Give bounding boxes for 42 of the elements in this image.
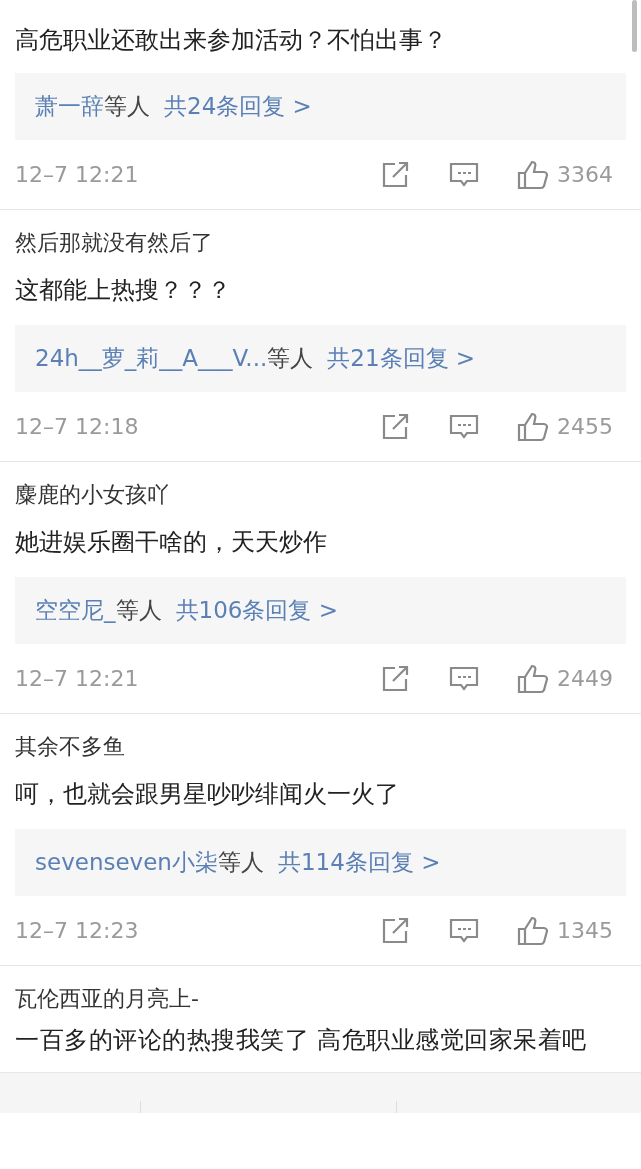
replies-panel[interactable]: 萧一辞等人 共24条回复 > (15, 73, 626, 140)
username[interactable]: 瓦伦西亚的月亮上- (15, 984, 199, 1014)
share-icon[interactable] (381, 160, 411, 189)
reply-users-link[interactable]: 萧一辞等人 (35, 91, 150, 122)
timestamp: 12–7 12:18 (15, 414, 140, 439)
reply-users-link[interactable]: 24h__萝_莉__A___V...等人 (35, 343, 314, 374)
username[interactable]: 然后那就没有然后了 (15, 228, 213, 258)
thumbs-up-icon[interactable] (517, 411, 549, 442)
thumbs-up-icon[interactable] (517, 663, 549, 694)
reply-users-link[interactable]: 空空尼_等人 (35, 595, 162, 626)
comment-icon[interactable] (449, 916, 479, 945)
comment-text: 这都能上热搜？？？ (15, 275, 232, 306)
comment-text: 她进娱乐圈干啥的，天天炒作 (15, 527, 328, 558)
thumbs-up-icon[interactable] (517, 159, 549, 190)
comment-icon[interactable] (449, 412, 479, 441)
like-count: 3364 (557, 162, 613, 187)
reply-count-link[interactable]: 共106条回复 > (175, 595, 338, 626)
like-count: 2455 (557, 414, 613, 439)
timestamp: 12–7 12:21 (15, 666, 140, 691)
comment-icon[interactable] (449, 160, 479, 189)
timestamp: 12–7 12:23 (15, 918, 140, 943)
scrollbar[interactable] (632, 0, 637, 52)
comment-text: 高危职业还敢出来参加活动？不怕出事？ (15, 25, 448, 56)
reply-users-link[interactable]: sevenseven小柒等人 (35, 847, 264, 878)
reply-count-link[interactable]: 共114条回复 > (277, 847, 441, 878)
username[interactable]: 麋鹿的小女孩吖 (15, 480, 169, 510)
comment-text: 呵，也就会跟男星吵吵绯闻火一火了 (15, 779, 400, 810)
comment-text: 一百多的评论的热搜我笑了 高危职业感觉回家呆着吧 (15, 1025, 588, 1056)
username[interactable]: 其余不多鱼 (15, 732, 125, 762)
replies-panel[interactable]: sevenseven小柒等人 共114条回复 > (15, 829, 626, 896)
replies-panel[interactable]: 24h__萝_莉__A___V...等人 共21条回复 > (15, 325, 626, 392)
like-count: 1345 (557, 918, 613, 943)
comment-icon[interactable] (449, 664, 479, 693)
thumbs-up-icon[interactable] (517, 915, 549, 946)
like-count: 2449 (557, 666, 613, 691)
share-icon[interactable] (381, 412, 411, 441)
reply-count-link[interactable]: 共24条回复 > (164, 91, 312, 122)
reply-count-link[interactable]: 共21条回复 > (327, 343, 476, 374)
share-icon[interactable] (381, 664, 411, 693)
share-icon[interactable] (381, 916, 411, 945)
timestamp: 12–7 12:21 (15, 162, 140, 187)
replies-panel[interactable]: 空空尼_等人 共106条回复 > (15, 577, 626, 644)
